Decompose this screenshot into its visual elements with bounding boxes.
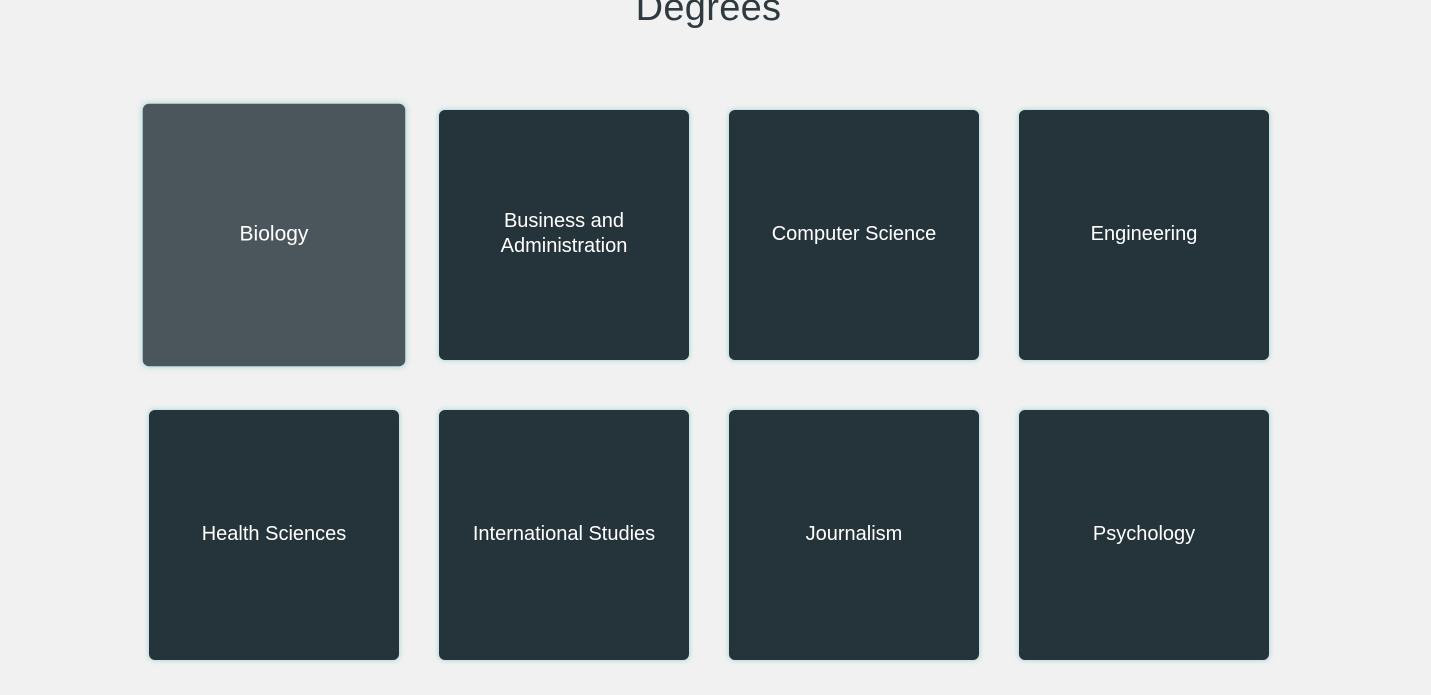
degree-card-label: Engineering — [1090, 222, 1198, 245]
degree-card-label: Health Sciences — [201, 522, 347, 545]
degree-card-label: International Studies — [472, 522, 656, 545]
page-title: Degrees — [635, 0, 782, 29]
degree-card-label: Biology — [239, 221, 309, 245]
degree-card-international-studies[interactable]: International Studies — [439, 410, 689, 660]
degree-card-biology[interactable]: Biology — [142, 103, 406, 367]
degree-card-engineering[interactable]: Engineering — [1019, 110, 1269, 360]
degree-card-label: Psychology — [1092, 522, 1196, 545]
degree-grid: Biology Business and Administration Comp… — [142, 103, 1269, 660]
degree-card-business-and-administration[interactable]: Business and Administration — [439, 110, 689, 360]
degree-card-label: Business and Administration — [500, 210, 628, 257]
degree-card-journalism[interactable]: Journalism — [729, 410, 979, 660]
degree-card-label: Journalism — [805, 522, 903, 545]
degree-card-label: Computer Science — [771, 222, 937, 245]
degree-card-computer-science[interactable]: Computer Science — [729, 110, 979, 360]
degrees-page: Degrees Biology Business and Administrat… — [0, 0, 1431, 695]
degree-card-health-sciences[interactable]: Health Sciences — [149, 410, 399, 660]
degree-card-psychology[interactable]: Psychology — [1019, 410, 1269, 660]
